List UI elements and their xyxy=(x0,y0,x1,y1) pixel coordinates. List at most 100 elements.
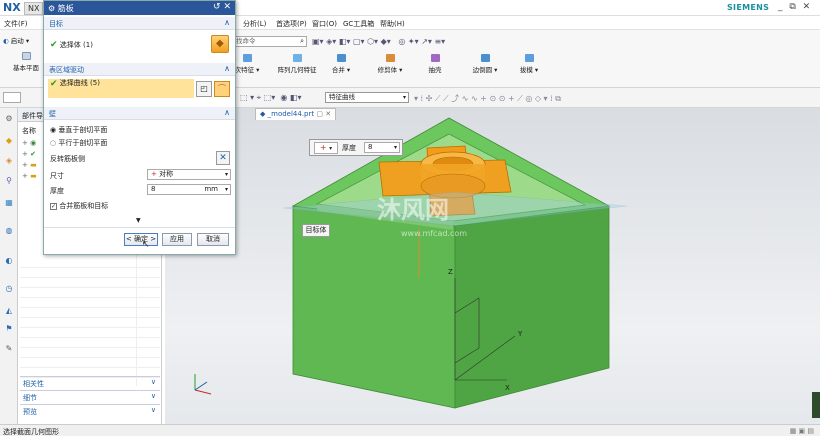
roles-icon[interactable]: ⚑ xyxy=(4,324,14,333)
menu-file[interactable]: 文件(F) xyxy=(4,19,28,29)
section-region-driver[interactable]: 表区域驱动 ∧ xyxy=(44,63,235,76)
close-icon[interactable]: ✕ xyxy=(223,2,231,12)
ribbon-trim-body[interactable]: 修剪体 ▾ xyxy=(372,54,408,74)
radio-parallel-label: 平行于剖切平面 xyxy=(58,139,108,147)
merge-checkbox[interactable]: ✓ xyxy=(50,203,57,210)
column-header-name[interactable]: 名称 xyxy=(22,126,36,136)
check-icon: ✔ xyxy=(50,40,58,50)
section-target[interactable]: 目标 ∧ xyxy=(44,17,235,30)
start-label: 启动 xyxy=(10,37,24,45)
window-controls[interactable]: _ ⧉ ✕ xyxy=(778,2,810,12)
reuse-library-icon[interactable]: ▦ xyxy=(4,198,14,207)
ribbon-pattern-geometry[interactable]: 阵列几何特征 xyxy=(275,54,319,74)
gear-icon: ⚙ xyxy=(48,4,58,13)
radio-empty-icon: ○ xyxy=(50,139,57,147)
command-search-placeholder: 找命令 xyxy=(236,37,256,45)
size-select[interactable]: + 对称 ▾ xyxy=(147,169,231,180)
thickness-input[interactable]: 8 mm ▾ xyxy=(147,184,231,195)
curve-select-button[interactable]: ⌒ xyxy=(214,81,230,97)
ribbon-draft[interactable]: 拔模 ▾ xyxy=(514,54,544,74)
radio-parallel[interactable]: ○ 平行于剖切平面 xyxy=(50,138,107,148)
process-studio-icon[interactable]: ◭ xyxy=(4,306,14,315)
section-wall[interactable]: 壁 ∧ xyxy=(44,107,235,120)
search-icon[interactable]: ⌕ xyxy=(300,37,304,46)
grid-row xyxy=(20,318,160,328)
chevron-down-icon: ▾ xyxy=(393,144,397,151)
pattern-icon xyxy=(292,54,302,62)
ribbon-shell[interactable]: 抽壳 xyxy=(420,54,450,74)
menu-preferences[interactable]: 首选项(P) xyxy=(276,19,307,29)
select-body-row[interactable]: ✔ 选择体 (1) xyxy=(50,40,93,50)
chevron-down-icon: ∨ xyxy=(150,406,156,414)
curve-rule-value: 特征曲线 xyxy=(329,93,355,101)
unite-icon xyxy=(336,54,346,62)
start-button[interactable]: ◐ 启动 ▾ xyxy=(3,35,37,45)
dialog-title-buttons[interactable]: ↺ ✕ xyxy=(213,2,231,12)
accordion-dependencies[interactable]: 相关性 ∨ xyxy=(20,376,160,389)
merge-checkbox-row[interactable]: ✓ 合并筋板和目标 xyxy=(50,201,108,211)
ok-button[interactable]: < 确定 > xyxy=(124,233,158,246)
select-body-button[interactable]: ◆ xyxy=(211,35,229,53)
apply-button[interactable]: 应用 xyxy=(162,233,192,246)
thickness-widget-field[interactable]: 8 ▾ xyxy=(364,142,400,153)
axis-x-label: X xyxy=(505,384,510,392)
thickness-value: 8 xyxy=(151,185,156,193)
gear-icon[interactable]: ⚙ xyxy=(4,114,14,123)
sketch-icon: ◰ xyxy=(200,84,208,93)
menu-window[interactable]: 窗口(O) xyxy=(312,19,337,29)
datum-plane-button[interactable]: 基本平面 xyxy=(8,52,44,72)
web-browser-icon[interactable]: ◍ xyxy=(4,226,14,235)
navigator-tree[interactable]: + ◉ + ✔ + ▬ + ▬ xyxy=(22,138,37,182)
graphics-window[interactable]: 沐风网 www.mfcad.com Z Y X xyxy=(165,108,820,424)
more-options-chevron-icon[interactable]: ▼ xyxy=(136,217,141,224)
accordion-details[interactable]: 细节 ∨ xyxy=(20,390,160,403)
type-filter-input[interactable] xyxy=(3,92,21,103)
radio-perpendicular[interactable]: ◉ 垂直于剖切平面 xyxy=(50,125,107,135)
snap-toolbar[interactable]: ▾ ⁞ ✣ ⟋ ⟋ ⤴ ∿ ∿ + ⊙ ⊙ + ⟋ ◎ ◇ ▾ ⁞ ⧉ xyxy=(414,93,561,104)
status-icons[interactable]: ▦ ▣ ▤ xyxy=(790,427,814,435)
select-curve-row[interactable]: ✔ 选择曲线 (5) xyxy=(48,79,194,98)
system-scenes-icon[interactable]: ✎ xyxy=(4,344,14,353)
chevron-up-icon[interactable]: ∧ xyxy=(224,108,230,117)
curve-rule-select[interactable]: 特征曲线 ▾ xyxy=(325,92,409,103)
symmetric-toggle[interactable]: + ▾ xyxy=(314,142,338,154)
command-search-input[interactable]: 找命令 ⌕ xyxy=(233,36,307,47)
chevron-up-icon[interactable]: ∧ xyxy=(224,64,230,73)
section-wall-label: 壁 xyxy=(49,110,56,118)
cancel-button[interactable]: 取消 xyxy=(197,233,229,246)
menu-analysis[interactable]: 分析(L) xyxy=(243,19,266,29)
accordion-preview[interactable]: 预览 ∨ xyxy=(20,404,160,417)
reset-icon[interactable]: ↺ xyxy=(213,2,221,12)
sketch-section-button[interactable]: ◰ xyxy=(196,81,212,97)
grid-row xyxy=(20,278,160,288)
tree-node-folder-2[interactable]: + ▬ xyxy=(22,171,37,182)
menu-help[interactable]: 帮助(H) xyxy=(380,19,405,29)
select-body-label: 选择体 (1) xyxy=(59,41,93,49)
menu-gc-toolbox[interactable]: GC工具箱 xyxy=(343,19,374,29)
thickness-onscreen-input[interactable]: + ▾ 厚度 8 ▾ xyxy=(309,139,403,156)
app-tab[interactable]: NX xyxy=(24,2,44,15)
reverse-direction-button[interactable]: ✕ xyxy=(216,151,230,165)
ribbon-unite[interactable]: 合并 ▾ xyxy=(326,54,356,74)
view-triad xyxy=(194,374,212,395)
chevron-down-icon: ▾ xyxy=(224,171,228,178)
model-scene[interactable]: 沐风网 www.mfcad.com Z Y X xyxy=(165,108,820,424)
thickness-unit[interactable]: mm xyxy=(204,185,218,194)
history-icon[interactable]: ◐ xyxy=(4,256,14,265)
close-icon[interactable]: ▢ ✕ xyxy=(316,110,331,118)
ribbon-draw-feature[interactable]: 次特征 ▾ xyxy=(232,54,262,74)
selection-toolbar-left[interactable]: ⬚ ▾ ⌖ ⬚▾ ◉ ◧▾ xyxy=(240,93,301,103)
curve-icon: ⌒ xyxy=(218,84,226,93)
tree-node-history[interactable]: + ◉ xyxy=(22,138,37,149)
constraint-navigator-icon[interactable]: ◈ xyxy=(4,156,14,165)
assembly-navigator-icon[interactable]: ◆ xyxy=(4,136,14,145)
tree-node-model[interactable]: + ✔ xyxy=(22,149,37,160)
file-tab[interactable]: ◆ _model44.prt ▢ ✕ xyxy=(255,108,337,120)
ribbon-edge-blend[interactable]: 边倒圆 ▾ xyxy=(466,54,504,74)
tree-node-folder-1[interactable]: + ▬ xyxy=(22,160,37,171)
part-navigator-icon[interactable]: ⚲ xyxy=(4,176,14,185)
ribbon-quick-toolbar[interactable]: ▣▾ ◈▾ ◧▾ ▢▾ ⬡▾ ◆▾ ◎ ✦▾ ↗▾ ≡▾ xyxy=(312,37,445,46)
side-panel-handle[interactable] xyxy=(812,392,820,418)
chevron-up-icon[interactable]: ∧ xyxy=(224,18,230,27)
clock-icon[interactable]: ◷ xyxy=(4,284,14,293)
